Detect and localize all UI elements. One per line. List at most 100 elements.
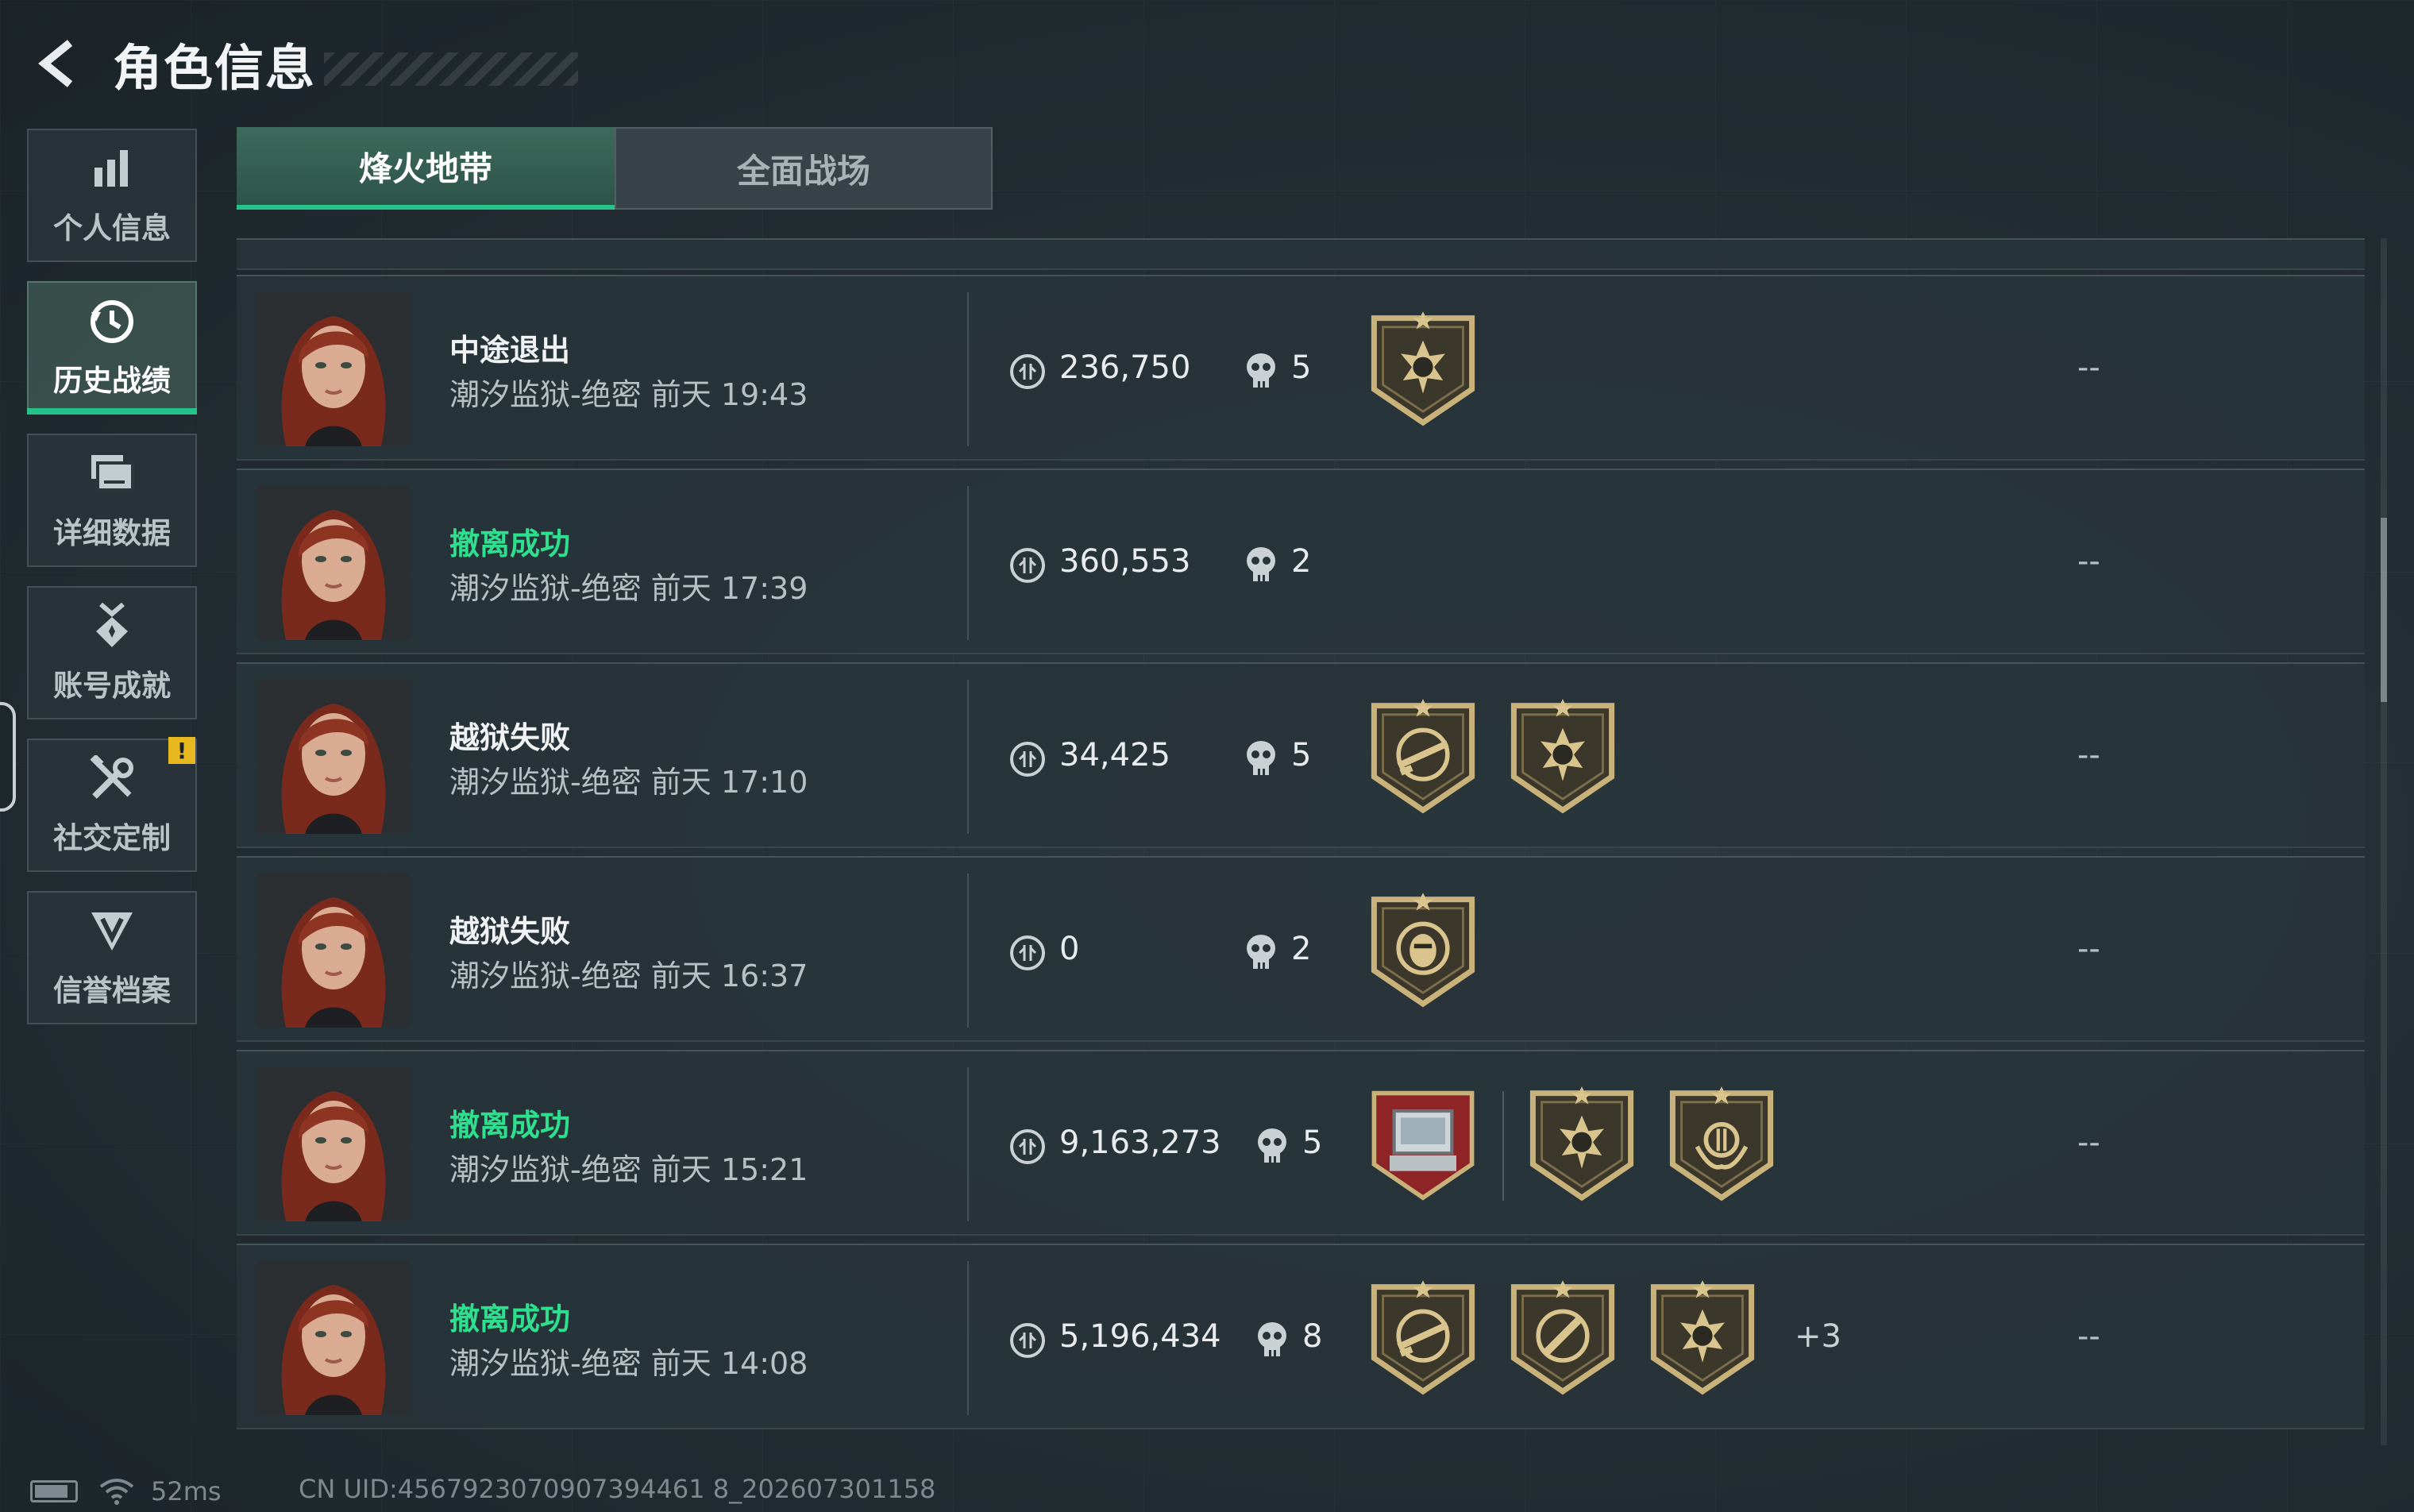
medal-icon — [87, 601, 137, 652]
sidebar-item-achievements[interactable]: 账号成就 — [27, 586, 197, 719]
match-result: 越狱失败 — [449, 720, 571, 755]
avatar — [257, 1067, 410, 1221]
extra-value: -- — [2077, 1124, 2100, 1161]
avatar — [257, 292, 410, 446]
extra-value: -- — [2077, 931, 2100, 967]
match-result: 撤离成功 — [449, 1302, 571, 1336]
table-row[interactable]: 撤离成功 潮汐监狱-绝密 前天 14:08 5,196,434 8 +3 -- — [237, 1244, 2365, 1429]
match-map-time: 潮汐监狱-绝密 前天 17:10 — [449, 765, 808, 800]
extra-value: -- — [2077, 349, 2100, 386]
sidebar-item-detailed-data[interactable]: 详细数据 — [27, 434, 197, 567]
back-arrow-icon — [38, 40, 73, 87]
currency-icon — [1008, 353, 1047, 391]
sidebar-item-social-customize[interactable]: ! 社交定制 — [27, 737, 197, 872]
skull-star-badge-icon[interactable] — [1647, 1280, 1758, 1396]
table-row[interactable]: 越狱失败潮汐监狱-绝密 前天 17:10 34,425 5 -- — [237, 662, 2365, 848]
back-button[interactable] — [29, 33, 89, 94]
skull-kill-icon — [1244, 351, 1278, 391]
scrollbar-thumb[interactable] — [2381, 518, 2387, 702]
kill-count: 5 — [1302, 1124, 1323, 1161]
extra-value: -- — [2077, 737, 2100, 773]
match-map-time: 潮汐监狱-绝密 前天 16:37 — [449, 958, 808, 993]
table-row[interactable]: 中途退出 潮汐监狱-绝密 前天 19:43 236,750 5 -- — [237, 275, 2365, 461]
currency-icon — [1008, 740, 1047, 778]
ping-value: 52ms — [151, 1476, 222, 1506]
table-row[interactable]: 撤离成功 潮汐监狱-绝密 前天 17:39 360,553 2 -- — [237, 469, 2365, 654]
sidebar-item-label: 社交定制 — [53, 821, 171, 855]
history-clock-icon — [87, 296, 137, 347]
table-row-partial — [237, 238, 2365, 270]
kill-count: 2 — [1291, 543, 1312, 580]
sidebar-item-personal-info[interactable]: 个人信息 — [27, 129, 197, 262]
skull-kill-icon — [1244, 545, 1278, 584]
alert-badge: ! — [168, 737, 195, 764]
bar-chart-icon — [87, 144, 137, 195]
match-history-list: 中途退出 潮汐监狱-绝密 前天 19:43 236,750 5 -- 撤离成功 潮汐监狱-绝… — [237, 238, 2365, 1453]
skull-star-badge-icon[interactable] — [1526, 1086, 1637, 1202]
page-header: 角色信息 — [29, 24, 579, 103]
rifle-crosshair-badge-icon[interactable] — [1367, 1280, 1479, 1396]
currency-icon — [1008, 1128, 1047, 1166]
table-row[interactable]: 撤离成功潮汐监狱-绝密 前天 15:21 9,163,273 5 -- — [237, 1050, 2365, 1236]
money-value: 0 — [1059, 931, 1080, 967]
sidebar: 个人信息 历史战绩 详细数据 账号成就 ! 社交定制 信誉档案 — [27, 129, 200, 1043]
sidebar-item-label: 历史战绩 — [53, 364, 171, 398]
folder-stack-icon — [87, 449, 137, 499]
skull-kill-icon — [1255, 1126, 1290, 1166]
sidebar-item-reputation[interactable]: 信誉档案 — [27, 891, 197, 1024]
page-title: 角色信息 — [113, 39, 317, 97]
side-drawer-handle[interactable] — [0, 702, 16, 812]
masked-crosshair-badge-icon[interactable] — [1367, 893, 1479, 1009]
column-divider — [967, 680, 969, 834]
column-divider — [967, 1261, 969, 1415]
laurel-coin-badge-icon[interactable] — [1666, 1086, 1777, 1202]
skull-star-badge-icon[interactable] — [1367, 311, 1479, 427]
tab-full-battlefield[interactable]: 全面战场 — [615, 127, 993, 210]
mode-tabs: 烽火地带 全面战场 — [237, 127, 993, 210]
avatar — [257, 1261, 410, 1415]
kill-count: 2 — [1291, 931, 1312, 967]
match-result: 中途退出 — [449, 333, 571, 368]
shield-emblem-icon — [87, 906, 137, 957]
more-badges-count[interactable]: +3 — [1795, 1318, 1841, 1355]
system-status-bar: 52ms — [30, 1474, 222, 1509]
sidebar-item-label: 账号成就 — [53, 669, 171, 703]
match-result: 撤离成功 — [449, 526, 571, 561]
badge-divider — [1502, 1091, 1504, 1201]
match-map-time: 潮汐监狱-绝密 前天 15:21 — [449, 1152, 808, 1187]
avatar — [257, 874, 410, 1028]
money-value: 34,425 — [1059, 737, 1170, 773]
skull-star-badge-icon[interactable] — [1507, 699, 1618, 815]
kill-count: 8 — [1302, 1318, 1323, 1355]
avatar — [257, 486, 410, 640]
computer-item-badge-icon[interactable] — [1367, 1086, 1479, 1202]
match-result: 撤离成功 — [449, 1108, 571, 1143]
title-decoration — [324, 52, 579, 86]
column-divider — [967, 292, 969, 446]
sidebar-item-label: 个人信息 — [53, 211, 171, 245]
avatar — [257, 680, 410, 834]
skull-kill-icon — [1244, 739, 1278, 778]
table-row[interactable]: 越狱失败潮汐监狱-绝密 前天 16:37 0 2 -- — [237, 856, 2365, 1042]
user-uid: CN UID:4567923070907394461 8_20260730115… — [299, 1474, 936, 1504]
money-value: 236,750 — [1059, 349, 1191, 386]
sidebar-item-history[interactable]: 历史战绩 — [27, 281, 197, 415]
match-map-time: 潮汐监狱-绝密 前天 14:08 — [449, 1346, 808, 1381]
currency-icon — [1008, 934, 1047, 972]
kill-count: 5 — [1291, 349, 1312, 386]
currency-icon — [1008, 1321, 1047, 1360]
tab-fenghuo-zone[interactable]: 烽火地带 — [237, 127, 615, 210]
extra-value: -- — [2077, 543, 2100, 580]
sidebar-item-label: 信誉档案 — [53, 974, 171, 1008]
scrollbar-track[interactable] — [2381, 238, 2387, 1445]
battery-icon — [30, 1480, 78, 1502]
column-divider — [967, 874, 969, 1028]
rifle-crosshair-badge-icon[interactable] — [1367, 699, 1479, 815]
extra-value: -- — [2077, 1318, 2100, 1355]
money-value: 9,163,273 — [1059, 1124, 1221, 1161]
kill-count: 5 — [1291, 737, 1312, 773]
money-value: 360,553 — [1059, 543, 1191, 580]
knife-crosshair-badge-icon[interactable] — [1507, 1280, 1618, 1396]
match-result: 越狱失败 — [449, 914, 571, 949]
column-divider — [967, 486, 969, 640]
